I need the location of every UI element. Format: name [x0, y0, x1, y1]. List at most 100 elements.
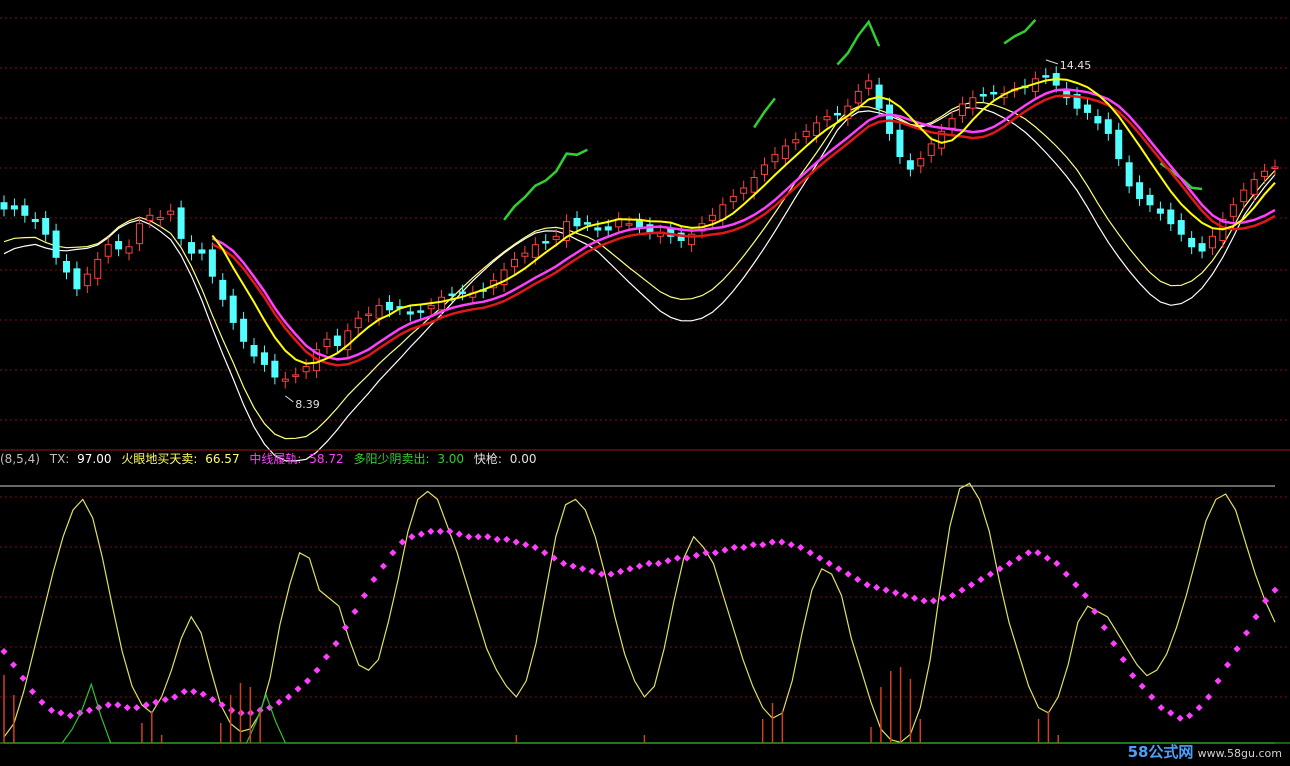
candle-body [1083, 104, 1091, 113]
candle-body [281, 378, 289, 382]
osc-dot [948, 591, 957, 600]
osc-dot [730, 543, 738, 551]
candle-body [125, 246, 133, 254]
signal-segment [836, 19, 881, 66]
osc-dot [616, 567, 625, 575]
osc-dot [133, 704, 141, 712]
candle-body [896, 129, 904, 157]
osc-dot [1195, 704, 1203, 712]
candle-body [156, 216, 164, 220]
osc-dot [569, 562, 577, 570]
envelope-outer-line [3, 106, 1276, 462]
candle-body [73, 268, 81, 290]
osc-dot [654, 559, 663, 567]
osc-dot [57, 709, 65, 717]
candle-body [135, 223, 143, 245]
high-marker-label: 14.45 [1060, 59, 1092, 72]
osc-dot [1176, 714, 1184, 722]
candle-body [0, 202, 8, 210]
osc-dot [1081, 591, 1089, 600]
osc-dot [645, 559, 653, 567]
candle-body [167, 210, 175, 215]
osc-dot [1271, 586, 1279, 594]
osc-dot [986, 570, 994, 578]
candle-body [208, 249, 216, 277]
osc-dot [806, 549, 814, 557]
watermark-url: www.58gu.com [1197, 747, 1282, 760]
osc-dot [465, 533, 473, 541]
candle-body [1042, 75, 1050, 78]
osc-dot [1129, 672, 1137, 680]
candle-body [854, 90, 862, 104]
candle-body [865, 80, 873, 89]
osc-dot [740, 543, 748, 551]
osc-dot [427, 527, 435, 535]
osc-dot [275, 698, 283, 706]
candle-body [1261, 170, 1269, 177]
envelope-inner-line [3, 101, 1276, 440]
candle-body [406, 311, 414, 315]
legend-huoyan-label: 火眼地买天卖: [121, 452, 198, 466]
osc-dot [123, 704, 131, 712]
osc-dot [835, 565, 843, 573]
osc-dot [47, 706, 55, 714]
osc-dot [180, 688, 188, 696]
candle-body [1208, 235, 1216, 249]
osc-dot [104, 701, 112, 709]
osc-dot [825, 559, 833, 567]
legend-zhongxian-value: 58.72 [309, 452, 344, 466]
candle-body [354, 317, 362, 329]
candle-body [302, 366, 310, 373]
candle-body [365, 313, 373, 316]
osc-dot [1186, 712, 1194, 720]
candle-body [219, 279, 227, 300]
candle-body [1188, 237, 1196, 248]
osc-dot [1034, 549, 1042, 557]
osc-white-line [4, 481, 1275, 743]
osc-dot [892, 589, 900, 597]
osc-dot [1072, 581, 1080, 589]
candle-body [21, 205, 29, 216]
legend-duoyang-label: 多阳少阴卖出: [353, 452, 430, 466]
osc-dot [920, 597, 928, 605]
candle-body [42, 217, 50, 235]
osc-dot [360, 591, 368, 600]
candle-body [146, 214, 154, 222]
candle-body [240, 318, 248, 342]
osc-dot [1015, 554, 1023, 562]
osc-dot [142, 701, 150, 709]
candle-body [1229, 204, 1237, 217]
candle-body [177, 207, 185, 239]
candle-body [542, 241, 550, 244]
osc-dot [673, 554, 681, 562]
candle-body [1136, 182, 1144, 199]
candle-body [427, 305, 435, 310]
candle-body [448, 293, 456, 297]
osc-dot [9, 661, 18, 669]
osc-dot [882, 586, 890, 594]
candle-body [813, 122, 821, 137]
legend-duoyang-value: 3.00 [437, 452, 465, 466]
candle-body [333, 335, 341, 346]
legend-kuaiqiang-value: 0.00 [509, 452, 537, 466]
osc-dot [901, 591, 909, 600]
candle-body [510, 258, 518, 268]
candle-body [833, 112, 841, 116]
candle-body [229, 295, 237, 323]
osc-dot [1157, 704, 1165, 712]
candle-body [31, 219, 39, 223]
legend-huoyan-value: 66.57 [205, 452, 240, 466]
candle-body [52, 230, 60, 258]
moving-averages [211, 78, 1276, 367]
candle-body [1156, 208, 1164, 214]
candle-body [573, 217, 581, 227]
candle-body [94, 258, 102, 279]
watermark: 58公式网 www.58gu.com [1128, 741, 1282, 762]
osc-dot [531, 543, 539, 551]
candle-body [708, 214, 716, 222]
osc-dot [303, 677, 312, 685]
osc-dot [1167, 709, 1175, 717]
high-marker-pointer [1045, 59, 1058, 65]
osc-dot [797, 543, 805, 551]
osc-dot [322, 653, 331, 661]
